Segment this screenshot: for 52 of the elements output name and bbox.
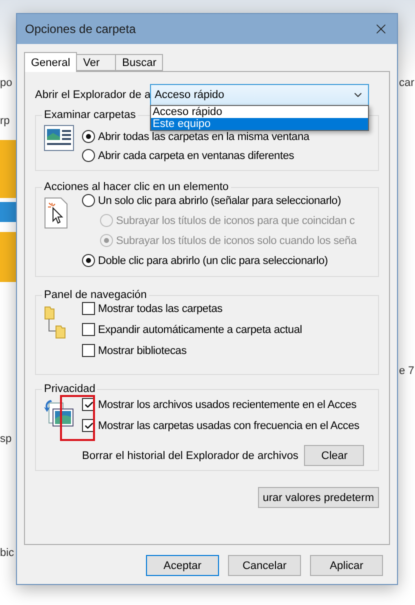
group-title: Acciones al hacer clic en un elemento: [43, 181, 230, 193]
checkbox[interactable]: [82, 344, 95, 357]
checkbox[interactable]: [82, 302, 95, 315]
cursor-on-page-icon: [44, 197, 68, 229]
background-text: rp: [0, 114, 11, 128]
check-icon: [84, 420, 94, 430]
option-label: Mostrar bibliotecas: [98, 344, 187, 356]
option-label: Un solo clic para abrirlo (señalar para seleccionarlo): [98, 194, 341, 206]
background-text: sp: [0, 432, 13, 446]
window-icon: [44, 125, 74, 151]
option-label: Subrayar los títulos de iconos solo cuando los seña: [116, 234, 357, 246]
radio-button[interactable]: [82, 149, 95, 162]
clear-button[interactable]: Clear: [304, 445, 364, 466]
tab[interactable]: Ver: [76, 54, 116, 71]
radio-button[interactable]: [82, 254, 95, 267]
option-label: Expandir automáticamente a carpeta actual: [98, 324, 302, 336]
group-title: Panel de navegación: [43, 289, 148, 301]
background-text: car: [399, 76, 414, 90]
radio-button[interactable]: [82, 194, 95, 207]
dropdown[interactable]: Acceso rápido: [150, 84, 369, 106]
music-tile: [0, 232, 16, 282]
checkbox[interactable]: [82, 323, 95, 336]
option-label: Mostrar los archivos usados recientemente en el Acces: [98, 398, 356, 410]
dialog-button[interactable]: Aplicar: [310, 555, 383, 576]
window-title: Opciones de carpeta: [25, 22, 136, 36]
option-label: Subrayar los títulos de iconos para que coincidan c: [116, 214, 355, 226]
group-title: Examinar carpetas: [43, 109, 137, 121]
dialog-button[interactable]: Aceptar: [146, 555, 219, 576]
restore-defaults-button[interactable]: urar valores predeterm: [258, 487, 379, 508]
recent-files-icon: [44, 399, 74, 429]
background-text: e 7: [399, 364, 414, 378]
folder-tree-icon: [44, 305, 68, 339]
drive-tile: [0, 202, 16, 222]
option-label: Abrir todas las carpetas en la misma ventana: [98, 130, 310, 142]
dropdown-option[interactable]: Acceso rápido: [150, 106, 368, 118]
radio-button[interactable]: [82, 130, 95, 143]
field-label: Abrir el Explorador de a: [35, 89, 151, 101]
highlight-frame: [60, 395, 95, 441]
tab[interactable]: Buscar: [115, 54, 164, 71]
check-icon: [84, 400, 94, 410]
option-label: Doble clic para abrirlo (un clic para seleccionarlo): [98, 254, 328, 266]
clear-history-label: Borrar el historial del Explorador de archivos: [82, 450, 298, 462]
dialog-button[interactable]: Cancelar: [228, 555, 301, 576]
option-label: Mostrar todas las carpetas: [98, 302, 222, 314]
option-label: Mostrar las carpetas usadas con frecuencia en el Acces: [98, 420, 360, 432]
folder-tile: [0, 140, 16, 198]
dropdown-option[interactable]: Este equipo: [150, 118, 368, 130]
option-label: Abrir cada carpeta en ventanas diferentes: [98, 150, 294, 162]
background-text: bic: [0, 546, 16, 560]
background-text: po: [0, 76, 14, 90]
tab[interactable]: General: [24, 52, 78, 72]
group-title: Privacidad: [43, 383, 96, 395]
